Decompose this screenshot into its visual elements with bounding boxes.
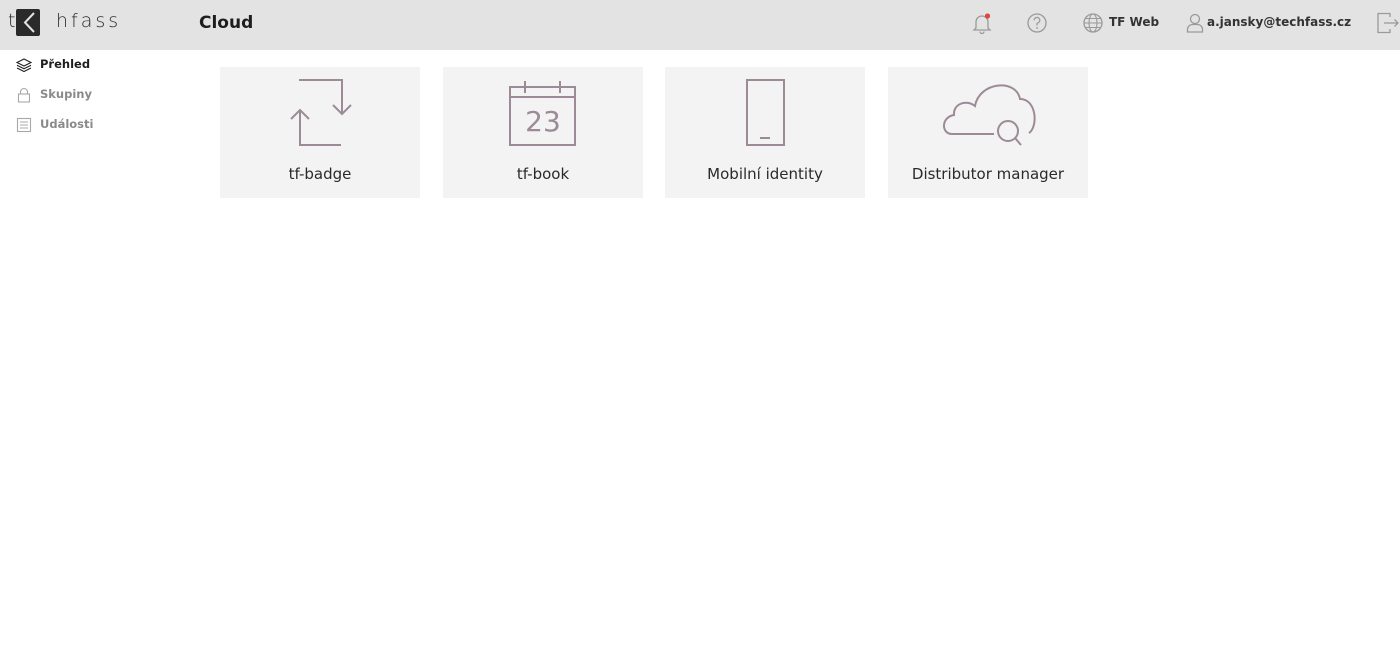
logo-mark: [16, 9, 40, 36]
tile-distributor-manager[interactable]: Distributor manager: [888, 67, 1088, 198]
tile-label: Mobilní identity: [707, 165, 823, 183]
page-title: Cloud: [199, 13, 254, 33]
user-icon[interactable]: [1185, 11, 1207, 35]
tile-tf-book[interactable]: 23 tf-book: [443, 67, 643, 198]
tile-label: tf-book: [516, 165, 570, 183]
sidebar-item-label: Události: [40, 117, 94, 131]
tile-label: tf-badge: [288, 165, 352, 183]
layers-icon: [15, 57, 33, 73]
swap-arrows-icon: [220, 77, 420, 149]
logo-text-right: hfass: [56, 10, 122, 32]
help-icon[interactable]: [1026, 11, 1048, 35]
calendar-icon: 23: [443, 77, 643, 149]
list-icon: [16, 117, 32, 133]
phone-icon: [665, 77, 865, 149]
top-bar: te hfass Cloud TF Web: [0, 0, 1400, 50]
tile-mobilni-identity[interactable]: Mobilní identity: [665, 67, 865, 198]
techfass-logo[interactable]: te hfass: [8, 9, 118, 37]
tile-label: Distributor manager: [911, 165, 1065, 183]
sidebar-item-prehled[interactable]: Přehled: [15, 55, 186, 75]
logout-icon[interactable]: [1376, 11, 1399, 35]
bell-icon[interactable]: [971, 11, 993, 35]
tile-tf-badge[interactable]: tf-badge: [220, 67, 420, 198]
tfweb-link[interactable]: TF Web: [1109, 15, 1159, 29]
cloud-search-icon: [888, 77, 1088, 149]
sidebar-item-label: Skupiny: [40, 87, 92, 101]
user-email[interactable]: a.jansky@techfass.cz: [1207, 15, 1351, 29]
lock-icon: [16, 87, 32, 103]
sidebar-item-skupiny[interactable]: Skupiny: [16, 85, 186, 105]
calendar-day: 23: [525, 105, 561, 138]
sidebar-item-label: Přehled: [40, 57, 91, 71]
sidebar-item-udalosti[interactable]: Události: [16, 115, 186, 135]
globe-icon[interactable]: [1082, 11, 1104, 35]
